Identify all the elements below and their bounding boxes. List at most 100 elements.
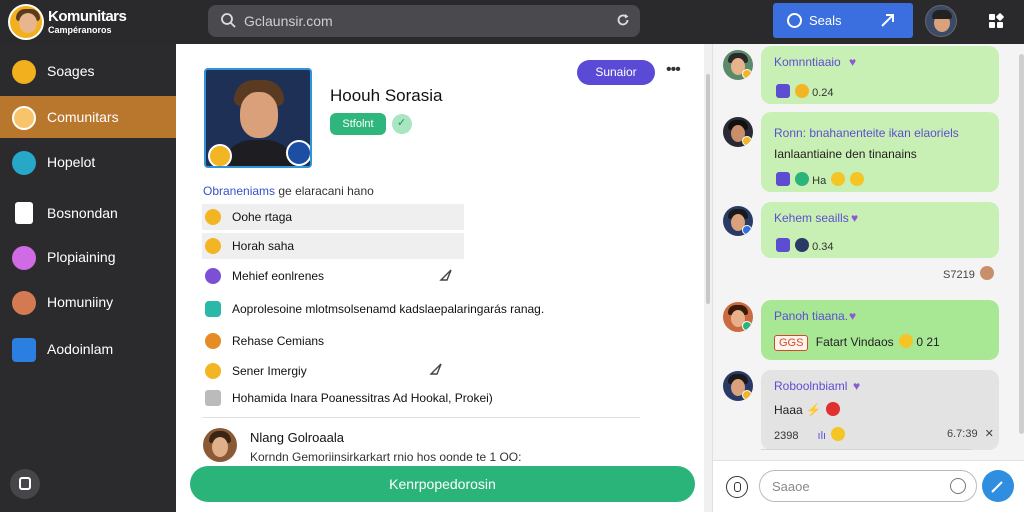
main-content: Hoouh Sorasia Stfolnt Sunaior ••• Obrane… [176, 44, 712, 512]
message-author: Komnntiaaio [774, 55, 841, 69]
subscribe-button[interactable]: Sunaior [577, 60, 655, 85]
app-title: Komunitars [48, 8, 127, 25]
section-label-prefix: Obraneniams [203, 184, 276, 198]
sidebar-item-plopiaining[interactable]: Plopiaining [0, 236, 176, 278]
circle-icon [787, 13, 802, 28]
chat-message[interactable]: Ronn: bnahanenteite ikan elaoriels Ianla… [761, 112, 999, 192]
seals-button[interactable]: Seals [773, 3, 913, 38]
search-bar[interactable] [208, 5, 640, 37]
scrollbar-thumb[interactable] [706, 74, 710, 304]
chat-message[interactable]: Panoh tiaana. ♥ GGS Fatart Vindaos 0 21 [761, 300, 999, 360]
list-item[interactable]: Horah saha [202, 233, 464, 259]
tag-chip[interactable]: GGS [774, 335, 809, 351]
attachment-icon[interactable] [726, 476, 748, 498]
list-item[interactable]: Oohe rtaga [202, 204, 464, 230]
avatar-hair [932, 10, 952, 19]
user-avatar[interactable] [925, 5, 957, 37]
heart-icon: ♥ [851, 211, 859, 225]
avatar[interactable] [723, 50, 753, 80]
sidebar-item-comunitars[interactable]: Comunitars [0, 96, 176, 138]
message-line: Ianlaantiaine den tinanains [774, 147, 917, 161]
avatar-face [212, 437, 228, 457]
emoji-icon [898, 334, 913, 348]
sidebar-item-bosnondan[interactable]: Bosnondan [0, 192, 176, 234]
chat-message[interactable]: Komnntiaaio ♥ 0.24 [761, 46, 999, 104]
emoji-icon [831, 172, 846, 186]
avatar[interactable] [723, 206, 753, 236]
message-field[interactable] [759, 470, 977, 502]
emoji-icon[interactable] [950, 478, 966, 494]
close-icon[interactable]: ✕ [985, 428, 994, 440]
message-composer [713, 460, 1024, 512]
status-badge[interactable]: Stfolnt [330, 113, 386, 135]
avatar[interactable] [723, 302, 753, 332]
message-author: Roboolnbiaml [774, 379, 848, 393]
badge-icon [742, 321, 752, 331]
lock-icon [776, 84, 790, 98]
extensions-icon[interactable] [986, 11, 1006, 31]
profile-name: Hoouh Sorasia [330, 86, 443, 105]
sidebar-item-hopelot[interactable]: Hopelot [0, 141, 176, 183]
list-item[interactable]: Sener Imergiy [202, 358, 464, 384]
list-item[interactable]: Rehase Cemians [202, 328, 464, 354]
search-input[interactable] [244, 11, 604, 31]
sidebar-item-homuniiny[interactable]: Homuniiny [0, 281, 176, 323]
list-item[interactable]: Mehief eonlrenes [202, 263, 464, 289]
comment-text: Korndn Gemoriinsirkarkart rnio hos oonde… [250, 450, 522, 464]
top-bar: Komunitars Campéranoros Seals [0, 0, 1024, 44]
emoji-icon [850, 172, 865, 186]
navigation-icon[interactable] [439, 268, 453, 282]
sidebar: Soages Comunitars Hopelot Bosnondan Plop… [0, 44, 176, 512]
chat-message[interactable]: Kehem seaills ♥ 0.34 [761, 202, 999, 258]
sidebar-item-label: Bosnondan [47, 205, 118, 221]
list-item-label: Mehief eonlrenes [232, 269, 325, 283]
chat-message[interactable]: Roboolnbiaml ♥ Haaa ⚡ 2398 ılı 6.7:39 ✕ [761, 370, 999, 450]
chart-icon [12, 338, 36, 362]
heart-icon: ♥ [853, 379, 861, 393]
scrollbar[interactable] [704, 44, 712, 512]
badge-icon [742, 69, 752, 79]
message-meta: Ha [774, 172, 865, 187]
refresh-icon[interactable] [616, 13, 630, 27]
message-input[interactable] [772, 477, 942, 495]
check-icon[interactable] [392, 114, 412, 134]
star-icon [205, 363, 221, 379]
avatar[interactable] [723, 117, 753, 147]
message-author: Panoh tiaana. [774, 309, 849, 323]
badge-icon [742, 136, 752, 146]
divider [202, 417, 640, 418]
sidebar-item-soages[interactable]: Soages [0, 50, 176, 92]
avatar[interactable] [203, 428, 237, 462]
sidebar-item-label: Comunitars [47, 109, 119, 125]
primary-action-button[interactable]: Kenrpopedorosin [190, 466, 695, 502]
scrollbar[interactable] [1018, 44, 1024, 454]
emoji-icon [826, 402, 841, 416]
message-line: Haaa ⚡ [774, 402, 841, 417]
list-item-label: Oohe rtaga [232, 210, 293, 224]
heart-icon [12, 246, 36, 270]
lock-icon [776, 172, 790, 186]
list-item-label: Sener Imergiy [232, 364, 307, 378]
scrollbar-thumb[interactable] [1019, 54, 1024, 434]
app-subtitle: Campéranoros [48, 25, 112, 35]
logo-face [19, 13, 37, 33]
send-button[interactable] [982, 470, 1014, 502]
message-meta-value: Ha [812, 175, 827, 187]
settings-button[interactable] [10, 469, 40, 499]
navigation-icon[interactable] [429, 362, 443, 376]
emoji-icon [795, 238, 810, 252]
message-line: GGS Fatart Vindaos 0 21 [774, 334, 940, 351]
list-item-label: Aoprolesoine mlotmsolsenamd kadslaepalar… [232, 302, 545, 316]
heart-icon: ♥ [849, 55, 857, 69]
list-item[interactable]: Aoprolesoine mlotmsolsenamd kadslaepalar… [202, 296, 642, 322]
emoji-icon [795, 84, 810, 98]
sidebar-item-aodoinlam[interactable]: Aodoinlam [0, 328, 176, 370]
list-item[interactable]: Hohamida Inara Poanessitras Ad Hookal, P… [202, 385, 642, 411]
clock-icon [205, 333, 221, 349]
emoji-icon [979, 266, 994, 280]
globe-icon [12, 106, 36, 130]
app-logo[interactable] [8, 4, 44, 40]
avatar[interactable] [723, 371, 753, 401]
more-options-icon[interactable]: ••• [666, 62, 682, 79]
pencil-icon [991, 481, 1003, 493]
